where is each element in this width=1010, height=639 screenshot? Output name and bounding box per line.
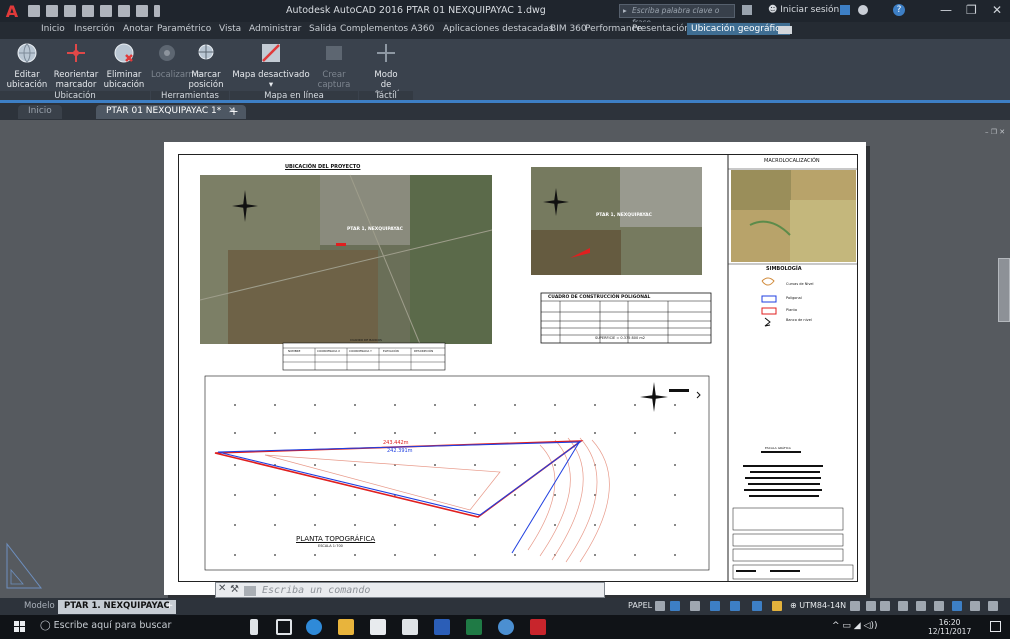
scale-graph-label: ESCALA GRÁFICA: [765, 446, 791, 450]
quick-properties-icon[interactable]: [952, 601, 962, 611]
word-icon[interactable]: [434, 619, 450, 635]
ubicacion-title: UBICACIÓN DEL PROYECTO: [285, 164, 361, 170]
workspace-gear-icon[interactable]: [898, 601, 908, 611]
paper-space-button[interactable]: PAPEL: [628, 601, 652, 610]
edge-browser-icon[interactable]: [306, 619, 322, 635]
north-arrow-icon-3: [640, 382, 668, 412]
add-layout-icon[interactable]: +: [160, 600, 179, 614]
osnap-icon[interactable]: [730, 601, 740, 611]
map-label-1: PTAR 1, NEXQUIPAYAC: [347, 227, 403, 232]
isolate-objects-icon[interactable]: [970, 601, 980, 611]
legend-plant-label: Planta: [786, 308, 797, 312]
topo-plan-title: PLANTA TOPOGRÁFICA: [296, 535, 376, 543]
units-icon[interactable]: [934, 601, 944, 611]
customization-icon[interactable]: [988, 601, 998, 611]
bench-col-4: ELEVACIÓN: [383, 349, 399, 353]
ortho-icon[interactable]: [690, 601, 700, 611]
command-input[interactable]: Escriba un comando: [262, 585, 370, 596]
legend-polygon-label: Poligonal: [786, 296, 802, 300]
action-center-icon[interactable]: [990, 621, 1001, 632]
map-label-2: PTAR 1, NEXQUIPAYAC: [596, 213, 652, 218]
snap-icon[interactable]: [670, 601, 680, 611]
property-polygon: [214, 440, 584, 554]
command-history-icon[interactable]: [244, 586, 256, 596]
command-line: ✕ ⚒ Escriba un comando: [215, 582, 605, 598]
layout-tab-ptar[interactable]: PTAR 1. NEXQUIPAYAC: [58, 600, 176, 614]
construction-table-title: CUADRO DE CONSTRUCCIÓN POLIGONAL: [548, 295, 651, 300]
excel-icon[interactable]: [466, 619, 482, 635]
coordinate-system-indicator[interactable]: ⊕ UTM84-14N: [790, 601, 846, 610]
annotation-scale-icon[interactable]: [866, 601, 876, 611]
annotation-visibility-icon[interactable]: [880, 601, 890, 611]
bench-col-2: COORDENADA X: [317, 349, 341, 353]
chrome-icon[interactable]: [498, 619, 514, 635]
superficie-label: SUPERFICIE = 0.375 800 m2: [595, 336, 645, 340]
dimension-label-1: 243.442m: [383, 440, 409, 446]
taskbar-search[interactable]: ◯ Escribe aquí para buscar: [40, 620, 171, 631]
taskbar-search-label: Escribe aquí para buscar: [53, 620, 172, 631]
command-wrench-icon[interactable]: ⚒: [230, 584, 239, 595]
layout-tab-model[interactable]: Modelo: [18, 600, 61, 614]
cortana-icon: ◯: [40, 620, 54, 631]
store-icon[interactable]: [370, 619, 386, 635]
file-explorer-icon[interactable]: [338, 619, 354, 635]
mail-icon[interactable]: [402, 619, 418, 635]
benchmark-table: [282, 342, 446, 371]
bench-col-3: COORDENADA Y: [349, 349, 372, 353]
macro-map: [731, 170, 856, 262]
polar-icon[interactable]: [710, 601, 720, 611]
status-bar: Modelo PTAR 1. NEXQUIPAYAC + PAPEL ⊕ UTM…: [0, 598, 1010, 615]
clock-time: 16:20: [938, 618, 961, 627]
autocad-window: A Autodesk AutoCAD 2016 PTAR 01 NEXQUIPA…: [0, 0, 1010, 639]
scale-bar-icon: [669, 389, 701, 399]
legend-benchmark-label: Banco de nivel: [786, 318, 812, 322]
dimension-label-2: 242.391m: [387, 448, 413, 454]
bench-col-5: DESCRIPCIÓN: [414, 349, 434, 353]
simbologia-title: SIMBOLOGÍA: [766, 266, 802, 272]
sheet-content: [199, 155, 858, 582]
tray-icons[interactable]: ^ ▭ ◢ ◁)): [832, 621, 878, 631]
annotation-monitor-icon[interactable]: [916, 601, 926, 611]
benchmark-table-title: CUADRO DE BANCOS: [350, 338, 382, 342]
macro-title: MACROLOCALIZACIÓN: [764, 158, 820, 164]
command-close-icon[interactable]: ✕: [218, 583, 226, 594]
ucs-icon: [6, 542, 43, 589]
windows-taskbar: ◯ Escribe aquí para buscar ^ ▭ ◢ ◁)) 16:…: [0, 615, 1010, 639]
system-clock[interactable]: 16:20 12/11/2017: [928, 618, 971, 636]
grid-markers: [234, 404, 676, 556]
legend-contour-label: Curvas de Nivel: [786, 282, 814, 286]
autocad-taskbar-icon[interactable]: [530, 619, 546, 635]
legend-symbols: [761, 277, 777, 327]
coord-system-label: UTM84-14N: [799, 601, 847, 610]
grid-icon[interactable]: [655, 601, 665, 611]
microphone-icon[interactable]: [250, 619, 258, 635]
task-view-icon[interactable]: [276, 619, 292, 635]
title-block: [732, 451, 854, 580]
globe-icon: ⊕: [790, 601, 800, 610]
topo-plan-scale: ESCALA 1:700: [318, 544, 343, 548]
lineweight-icon[interactable]: [772, 601, 782, 611]
windows-start-icon[interactable]: [14, 621, 26, 633]
clock-date: 12/11/2017: [928, 627, 972, 636]
otrack-icon[interactable]: [752, 601, 762, 611]
aerial-photo-2: [531, 167, 702, 275]
bench-col-1: NOMBRE: [288, 349, 301, 353]
contour-lines: [264, 437, 610, 563]
viewport-scale-icon[interactable]: [850, 601, 860, 611]
topo-plan-frame: [204, 375, 710, 571]
